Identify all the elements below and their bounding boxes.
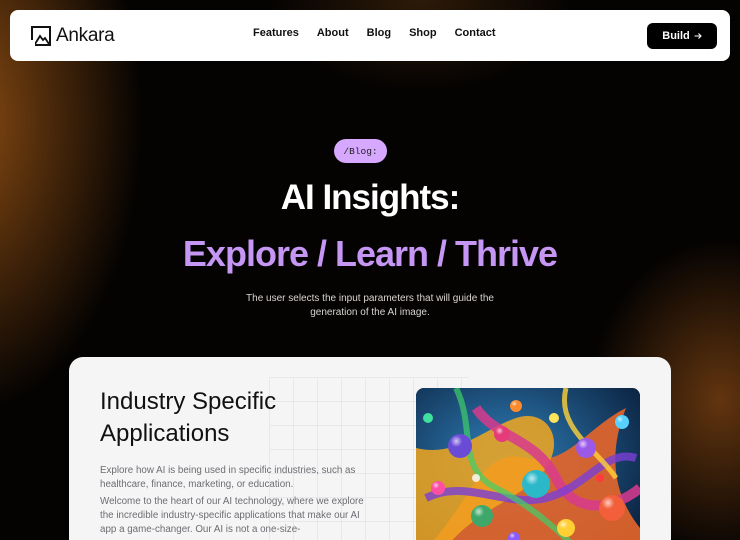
card-paragraph: Explore how AI is being used in specific… xyxy=(100,465,356,490)
hero-description: The user selects the input parameters th… xyxy=(246,293,494,318)
nav-links: Features About Blog Shop Contact xyxy=(253,27,514,39)
brand-name: Ankara xyxy=(56,25,115,46)
industry-card: Industry Specific Applications Explore h… xyxy=(69,357,671,540)
blog-tag: /Blog: xyxy=(334,139,387,163)
nav-link-about[interactable]: About xyxy=(317,27,349,39)
page: Ankara Features About Blog Shop Contact … xyxy=(0,0,740,540)
arrow-right-icon xyxy=(694,33,702,39)
hero-subtitle: Explore / Learn / Thrive xyxy=(182,233,558,274)
build-button-label: Build xyxy=(662,30,690,42)
nav-link-shop[interactable]: Shop xyxy=(409,27,437,39)
nav-link-contact[interactable]: Contact xyxy=(455,27,496,39)
navbar: Ankara Features About Blog Shop Contact … xyxy=(10,10,730,61)
nav-link-features[interactable]: Features xyxy=(253,27,299,39)
abstract-art-image xyxy=(416,388,640,540)
brand[interactable]: Ankara xyxy=(31,25,115,47)
card-illustration xyxy=(416,388,640,540)
logo-icon xyxy=(31,26,51,46)
nav-link-blog[interactable]: Blog xyxy=(367,27,391,39)
hero-title: AI Insights: xyxy=(280,178,461,217)
card-title: Industry Specific Applications xyxy=(100,388,277,447)
card-paragraph: Welcome to the heart of our AI technolog… xyxy=(100,496,364,535)
build-button[interactable]: Build xyxy=(647,23,717,49)
